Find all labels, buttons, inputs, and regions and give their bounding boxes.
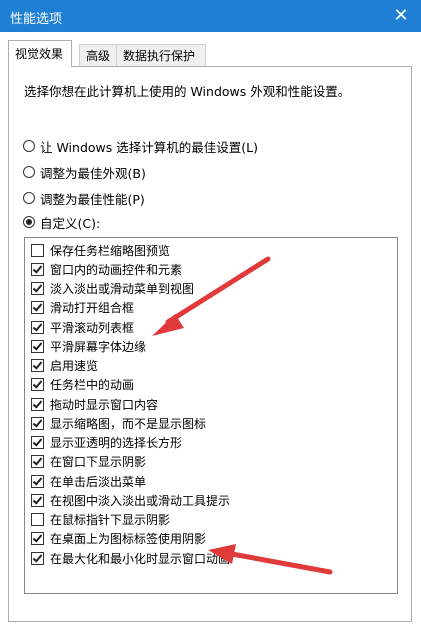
option-label: 在鼠标指针下显示阴影 [50,512,171,527]
checkbox[interactable] [31,435,44,449]
radio-button[interactable] [23,166,35,178]
tab-strip: 视觉效果 高级 数据执行保护 [8,40,413,67]
checkbox[interactable] [31,358,44,372]
list-item-option-15[interactable]: 在桌面上为图标标签使用阴影 [31,529,206,547]
option-label: 启用速览 [50,358,99,373]
radio-best-appearance[interactable]: 调整为最佳外观(B) [23,163,146,181]
option-label: 平滑屏幕字体边缘 [50,339,147,354]
option-label: 任务栏中的动画 [50,377,135,392]
option-label: 显示缩略图，而不是显示图标 [50,416,207,431]
option-label: 在桌面上为图标标签使用阴影 [50,531,207,546]
radio-custom[interactable]: 自定义(C): [23,213,100,231]
tab-data-execution-prevention[interactable]: 数据执行保护 [116,44,206,66]
checkbox[interactable] [31,397,44,411]
list-item-option-9[interactable]: 显示缩略图，而不是显示图标 [31,414,206,432]
radio-button[interactable] [23,216,35,228]
checkbox[interactable] [31,474,44,488]
option-label: 平滑滚动列表框 [50,320,135,335]
radio-label: 调整为最佳外观(B) [40,165,146,181]
radio-label: 自定义(C): [40,215,101,231]
list-item-option-14[interactable]: 在鼠标指针下显示阴影 [31,510,170,528]
radio-let-windows-choose[interactable]: 让 Windows 选择计算机的最佳设置(L) [23,137,258,155]
list-item-option-10[interactable]: 显示亚透明的选择长方形 [31,433,182,451]
list-item-option-4[interactable]: 平滑滚动列表框 [31,318,134,336]
list-item-option-3[interactable]: 滑动打开组合框 [31,298,134,316]
list-item-option-5[interactable]: 平滑屏幕字体边缘 [31,337,146,355]
checkbox[interactable] [31,512,44,526]
close-icon[interactable]: ✕ [387,2,415,30]
checkbox[interactable] [31,262,44,276]
radio-button[interactable] [23,140,35,152]
list-item-option-11[interactable]: 在窗口下显示阴影 [31,452,146,470]
checkbox[interactable] [31,416,44,430]
option-label: 拖动时显示窗口内容 [50,397,159,412]
list-item-option-12[interactable]: 在单击后淡出菜单 [31,472,146,490]
panel-description: 选择你想在此计算机上使用的 Windows 外观和性能设置。 [24,84,351,99]
list-item-option-7[interactable]: 任务栏中的动画 [31,375,134,393]
list-item-option-8[interactable]: 拖动时显示窗口内容 [31,395,158,413]
list-item-option-1[interactable]: 窗口内的动画控件和元素 [31,260,182,278]
option-label: 保存任务栏缩略图预览 [50,243,171,258]
list-item-option-6[interactable]: 启用速览 [31,356,98,374]
option-label: 窗口内的动画控件和元素 [50,262,183,277]
visual-effects-list[interactable]: 保存任务栏缩略图预览 窗口内的动画控件和元素 淡入淡出或滑动菜单到视图 滑动打开… [24,237,398,594]
option-label: 显示亚透明的选择长方形 [50,435,183,450]
checkbox[interactable] [31,531,44,545]
radio-button[interactable] [23,192,35,204]
visual-effects-panel: 选择你想在此计算机上使用的 Windows 外观和性能设置。 让 Windows… [8,66,412,622]
checkbox[interactable] [31,320,44,334]
radio-label: 让 Windows 选择计算机的最佳设置(L) [40,139,258,155]
list-item-option-2[interactable]: 淡入淡出或滑动菜单到视图 [31,279,194,297]
checkbox[interactable] [31,493,44,507]
title-bar[interactable]: 性能选项 ✕ [0,0,421,32]
list-item-option-16[interactable]: 在最大化和最小化时显示窗口动画 [31,549,230,567]
checkbox[interactable] [31,551,44,565]
list-item-option-13[interactable]: 在视图中淡入淡出或滑动工具提示 [31,491,230,509]
checkbox[interactable] [31,281,44,295]
radio-label: 调整为最佳性能(P) [40,191,145,207]
checkbox[interactable] [31,243,44,257]
option-label: 在视图中淡入淡出或滑动工具提示 [50,493,231,508]
checkbox[interactable] [31,377,44,391]
option-label: 淡入淡出或滑动菜单到视图 [50,281,195,296]
list-item-option-0[interactable]: 保存任务栏缩略图预览 [31,241,170,259]
window-title: 性能选项 [10,12,63,27]
checkbox[interactable] [31,339,44,353]
option-label: 在单击后淡出菜单 [50,474,147,489]
tab-advanced[interactable]: 高级 [79,44,117,66]
checkbox[interactable] [31,300,44,314]
tab-visual-effects[interactable]: 视觉效果 [8,40,72,67]
checkbox[interactable] [31,454,44,468]
option-label: 滑动打开组合框 [50,300,135,315]
option-label: 在最大化和最小化时显示窗口动画 [50,551,231,566]
radio-best-performance[interactable]: 调整为最佳性能(P) [23,189,145,207]
option-label: 在窗口下显示阴影 [50,454,147,469]
performance-options-dialog: 性能选项 ✕ 视觉效果 高级 数据执行保护 选择你想在此计算机上使用的 Wind… [0,0,421,629]
